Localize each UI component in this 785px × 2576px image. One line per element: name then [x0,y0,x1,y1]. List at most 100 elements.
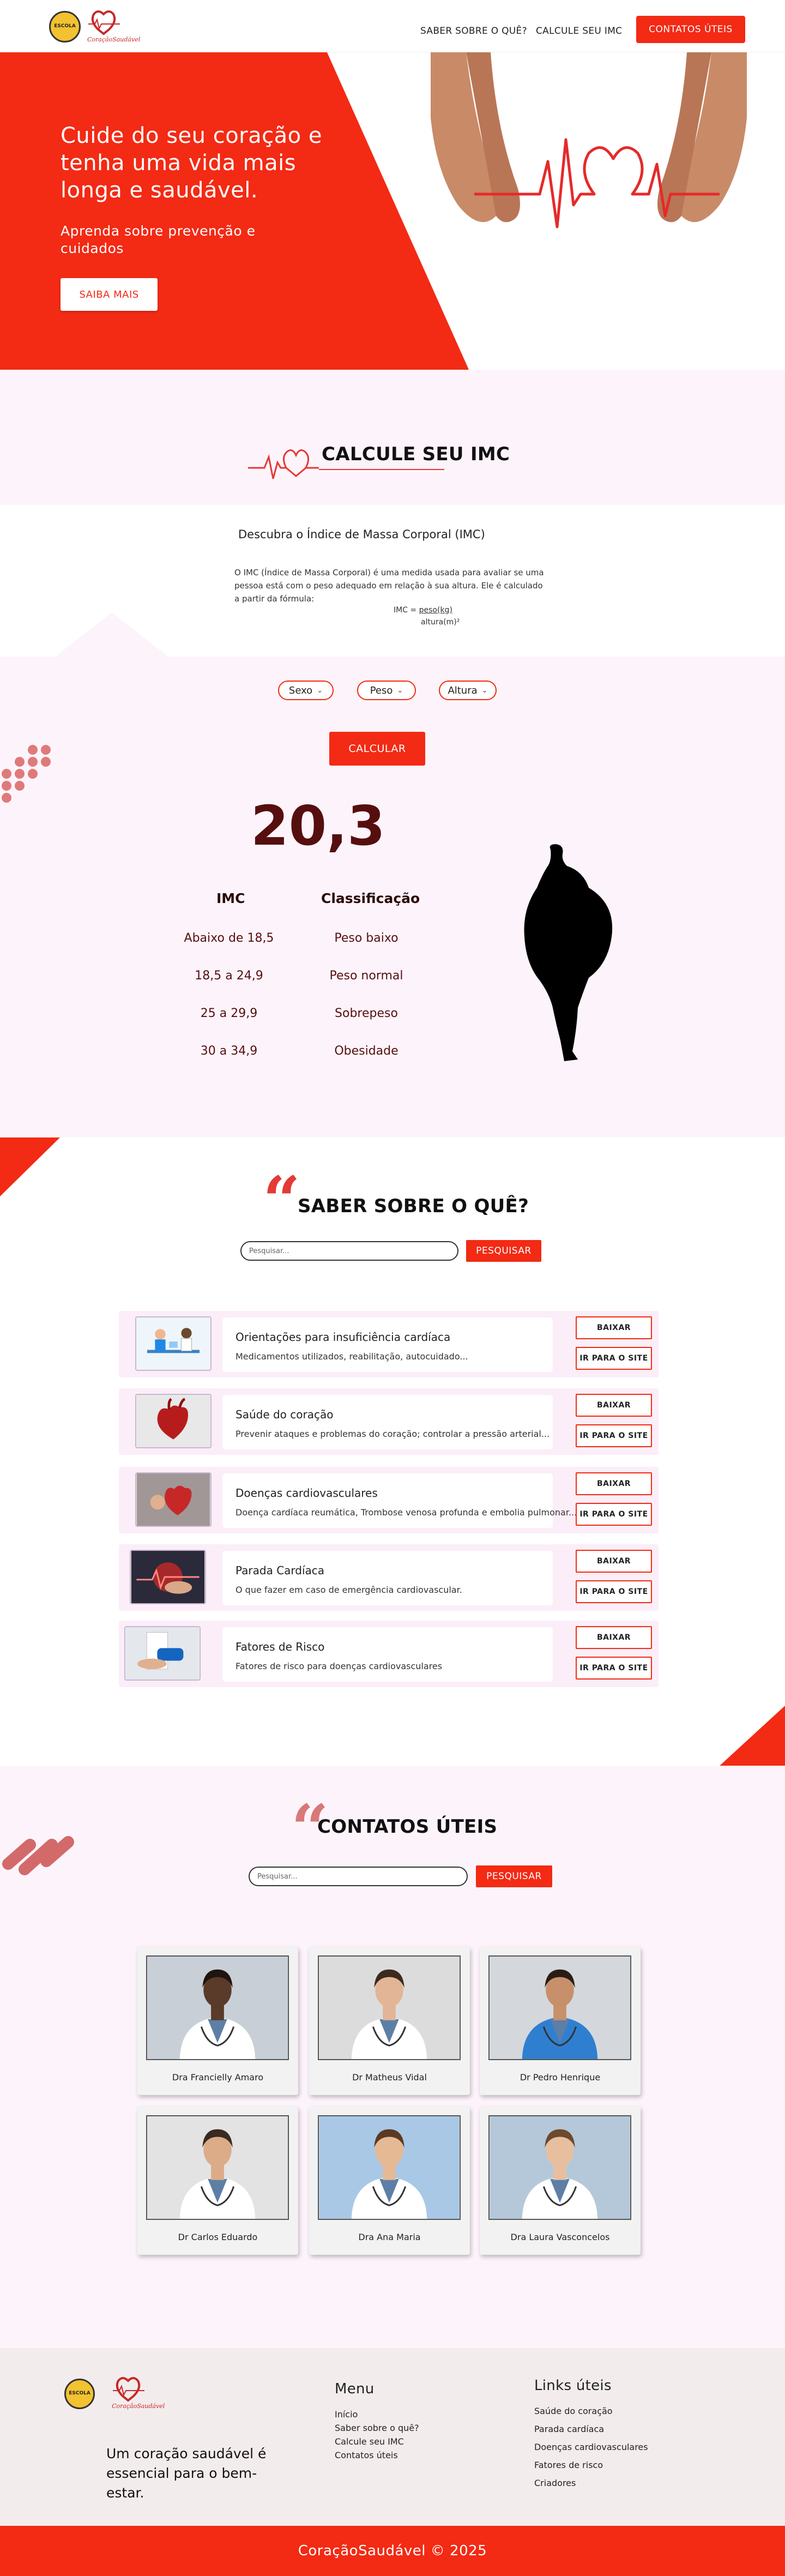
footer-useful-link[interactable]: Parada cardíaca [534,2424,648,2434]
table-cell-imc: 25 a 29,9 [200,1007,258,1020]
brand-logo-text: CoraçãoSaudável [87,36,141,43]
brand-logo-text: CoraçãoSaudável [112,2403,165,2410]
footer-menu-link[interactable]: Saber sobre o quê? [335,2423,419,2433]
school-logo[interactable]: ESCOLA [64,2379,95,2409]
contatos-search-button[interactable]: PESQUISAR [476,1865,552,1887]
doctor-name: Dr Matheus Vidal [352,2072,427,2083]
doctor-card[interactable]: Dr Pedro Henrique [480,1947,641,2095]
hero-section: Cuide do seu coração e tenha uma vida ma… [0,52,785,370]
topic-card: Fatores de Risco Fatores de risco para d… [119,1621,659,1687]
footer-menu-title: Menu [335,2381,375,2397]
school-logo[interactable]: ESCOLA [49,11,81,43]
decorative-dots [2,745,51,803]
doctor-card[interactable]: Dr Carlos Eduardo [137,2106,298,2255]
visit-site-button[interactable]: IR PARA O SITE [576,1347,652,1370]
imc-title: CALCULE SEU IMC [322,443,510,465]
doctor-card[interactable]: Dr Matheus Vidal [309,1947,470,2095]
heart-logo-icon [88,10,120,35]
doctor-photo [488,1955,631,2060]
topic-title: Fatores de Risco [235,1640,325,1653]
footer-useful-link[interactable]: Doenças cardiovasculares [534,2442,648,2452]
table-cell-imc: 18,5 a 24,9 [195,969,263,983]
topic-card: Saúde do coração Prevenir ataques e prob… [119,1388,659,1455]
altura-select[interactable]: Altura ⌄ [439,681,497,700]
saber-search-button[interactable]: PESQUISAR [466,1240,541,1262]
imc-section: CALCULE SEU IMC Descubra o Índice de Mas… [0,370,785,1137]
topic-card: Doenças cardiovasculares Doença cardíaca… [119,1467,659,1533]
download-button[interactable]: BAIXAR [576,1472,652,1495]
imc-formula: IMC = peso(kg) altura(m)² [394,606,460,627]
table-header-imc: IMC [216,890,245,906]
visit-site-button[interactable]: IR PARA O SITE [576,1503,652,1526]
footer-links: Saúde do coração Parada cardíaca Doenças… [534,2406,648,2496]
doctor-name: Dra Francielly Amaro [172,2072,264,2083]
imc-title-underline [319,469,444,470]
topic-card-body [222,1627,553,1682]
visit-site-button[interactable]: IR PARA O SITE [576,1657,652,1680]
footer-useful-link[interactable]: Fatores de risco [534,2460,648,2470]
school-logo-text: ESCOLA [69,2391,90,2397]
imc-subtitle: Descubra o Índice de Massa Corporal (IMC… [238,528,485,541]
topic-title: Parada Cardíaca [235,1564,325,1577]
table-cell-class: Obesidade [334,1044,398,1058]
table-cell-class: Peso baixo [334,931,398,945]
heart-model-image [135,1472,212,1527]
topic-desc: O que fazer em caso de emergência cardio… [235,1585,462,1595]
sexo-select-value: Sexo [288,684,313,696]
formula-denominator: altura(m)² [421,618,460,627]
table-cell-imc: Abaixo de 18,5 [184,931,274,945]
sexo-select[interactable]: Sexo ⌄ [278,681,334,700]
contatos-search-input[interactable]: Pesquisar... [249,1867,468,1886]
download-button[interactable]: BAIXAR [576,1316,652,1339]
download-button[interactable]: BAIXAR [576,1550,652,1573]
footer-links-title: Links úteis [534,2378,612,2394]
table-cell-class: Peso normal [329,969,403,983]
imc-description: O IMC (Índice de Massa Corporal) é uma m… [234,568,544,604]
doctor-card[interactable]: Dra Laura Vasconcelos [480,2106,641,2255]
footer-menu-link[interactable]: Início [335,2409,419,2419]
visit-site-button[interactable]: IR PARA O SITE [576,1424,652,1447]
doctor-photo [146,1955,289,2060]
imc-result: 20,3 [251,794,385,858]
topic-desc: Medicamentos utilizados, reabilitação, a… [235,1351,468,1362]
topic-card-body [222,1551,553,1605]
peso-select[interactable]: Peso ⌄ [357,681,416,700]
saber-search-input[interactable]: Pesquisar... [240,1241,458,1261]
consultation-image [135,1316,212,1371]
doctor-photo [146,2115,289,2220]
footer-menu-link[interactable]: Contatos úteis [335,2450,419,2460]
chevron-down-icon: ⌄ [481,686,488,695]
decorative-corner [0,1137,60,1196]
doctor-card[interactable]: Dra Francielly Amaro [137,1947,298,2095]
topic-title: Orientações para insuficiência cardíaca [235,1331,451,1344]
topic-desc: Prevenir ataques e problemas do coração;… [235,1429,550,1439]
cardiac-monitor-image [130,1550,206,1604]
footer-useful-link[interactable]: Criadores [534,2478,648,2488]
nav-contatos-button[interactable]: CONTATOS ÚTEIS [636,16,745,43]
body-silhouette-icon [524,844,613,1061]
topic-desc: Fatores de risco para doenças cardiovasc… [235,1661,443,1671]
download-button[interactable]: BAIXAR [576,1626,652,1649]
saber-title: SABER SOBRE O QUÊ? [298,1195,529,1217]
footer-menu: Início Saber sobre o quê? Calcule seu IM… [335,2409,419,2464]
brand-logo[interactable]: CoraçãoSaudável [87,8,147,46]
copyright-bar: CoraçãoSaudável © 2025 [0,2526,785,2576]
calcular-button[interactable]: CALCULAR [329,732,425,766]
doctor-photo [318,1955,461,2060]
nav-saber[interactable]: SABER SOBRE O QUÊ? [420,26,527,37]
visit-site-button[interactable]: IR PARA O SITE [576,1580,652,1603]
decorative-corner [718,1706,785,1767]
topic-card: Parada Cardíaca O que fazer em caso de e… [119,1544,659,1611]
nav-imc[interactable]: CALCULE SEU IMC [536,26,622,37]
saiba-mais-button[interactable]: SAIBA MAIS [61,278,158,311]
footer-slogan: Um coração saudável é essencial para o b… [106,2446,267,2501]
footer-useful-link[interactable]: Saúde do coração [534,2406,648,2416]
doctor-card[interactable]: Dra Ana Maria [309,2106,470,2255]
heart-ecg-icon [248,449,319,479]
download-button[interactable]: BAIXAR [576,1394,652,1417]
blood-pressure-image [124,1626,201,1681]
decorative-stripes [2,1836,74,1875]
brand-logo[interactable]: CoraçãoSaudável [112,2374,172,2412]
heart-anatomy-image [135,1394,212,1448]
footer-menu-link[interactable]: Calcule seu IMC [335,2436,419,2447]
